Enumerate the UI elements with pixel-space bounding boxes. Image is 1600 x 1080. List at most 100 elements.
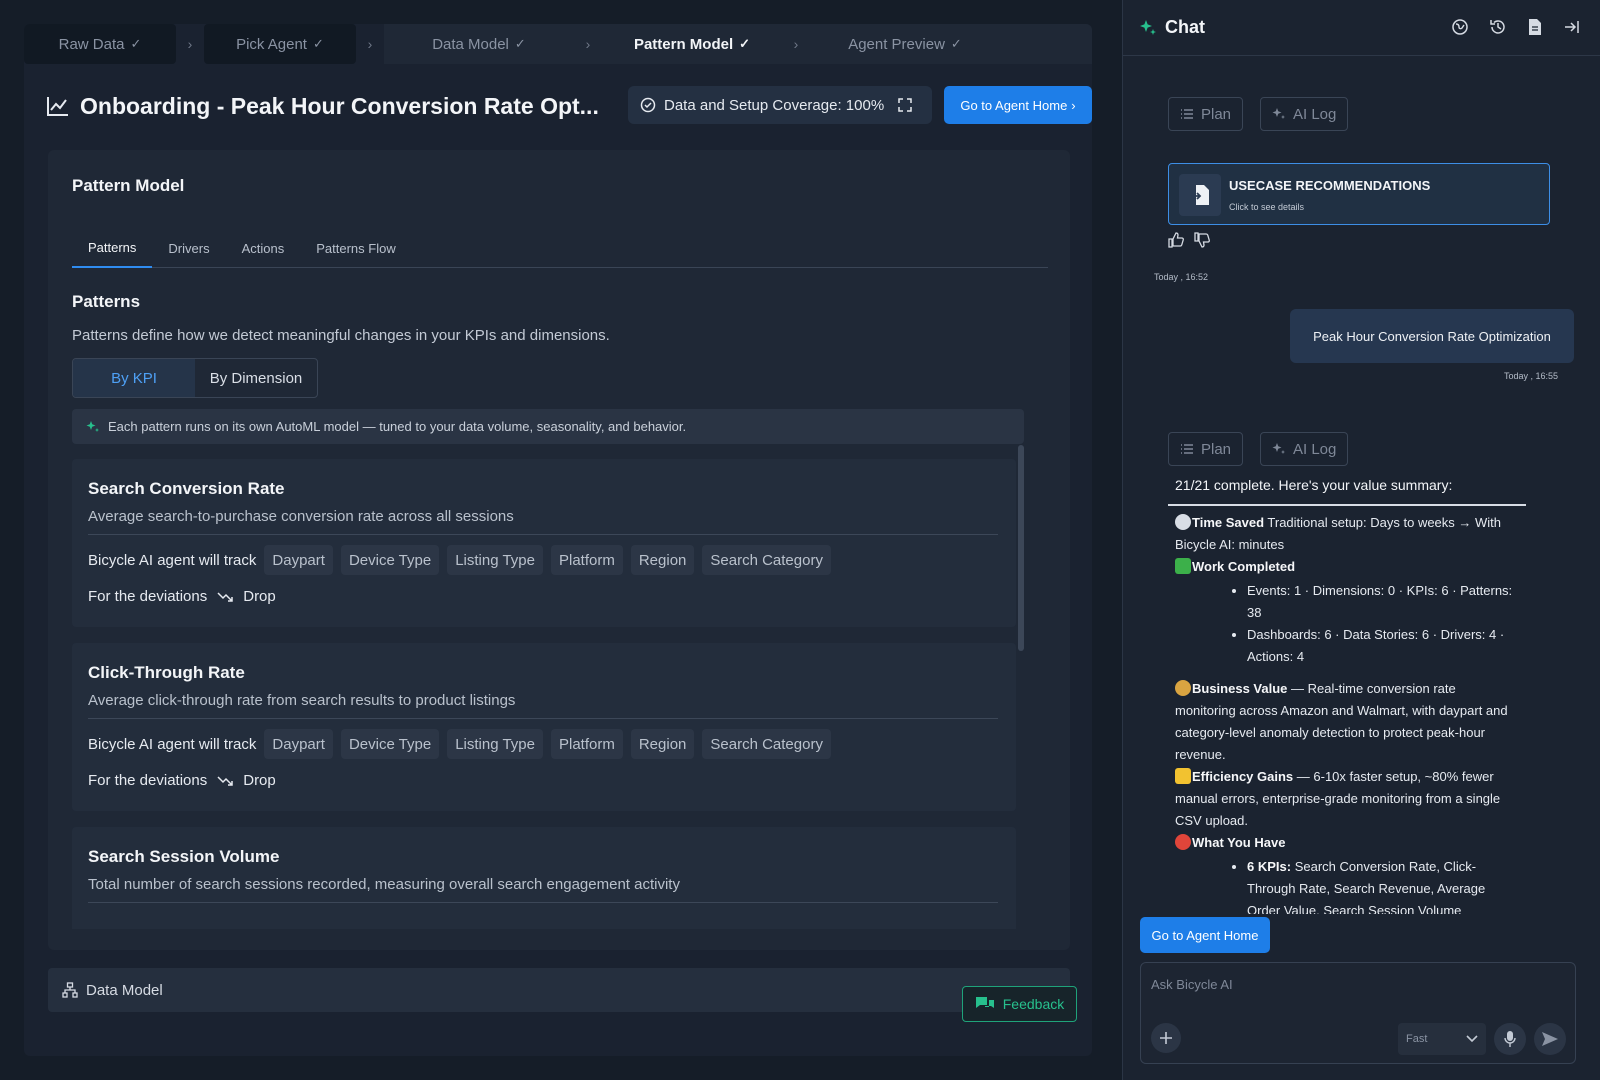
chevron-down-icon xyxy=(1466,1035,1478,1043)
go-to-agent-home-button[interactable]: Go to Agent Home › xyxy=(944,86,1092,124)
go-to-agent-home-button[interactable]: Go to Agent Home xyxy=(1140,917,1270,953)
view-toggle: By KPI By Dimension xyxy=(72,358,318,398)
card-title: Pattern Model xyxy=(72,176,185,195)
usecase-recommendations-card[interactable]: USECASE RECOMMENDATIONS Click to see det… xyxy=(1168,163,1550,225)
timestamp: Today , 16:55 xyxy=(1504,371,1559,381)
tab-actions[interactable]: Actions xyxy=(226,228,301,268)
dimension-chip[interactable]: Daypart xyxy=(264,545,333,575)
usecase-subtitle: Click to see details xyxy=(1229,202,1305,212)
dimension-chip[interactable]: Region xyxy=(630,729,695,759)
plan-button[interactable]: Plan xyxy=(1168,97,1244,131)
chat-panel: Chat Plan AI Log USECASE RECOMMENDATIONS… xyxy=(1122,0,1600,1080)
line-chart-icon xyxy=(47,97,68,116)
kpi-description: Average click-through rate from search r… xyxy=(88,692,516,709)
tracked-dimensions: Bicycle AI agent will track Daypart Devi… xyxy=(88,729,831,759)
dimension-chip[interactable]: Listing Type xyxy=(447,729,543,759)
kpi-title: Search Session Volume xyxy=(88,847,280,866)
document-icon[interactable] xyxy=(1527,18,1543,36)
ai-log-button[interactable]: AI Log xyxy=(1260,97,1349,131)
data-model-section[interactable]: Data Model xyxy=(48,968,1070,1012)
page-title: Onboarding - Peak Hour Conversion Rate O… xyxy=(46,93,599,120)
dimension-chip[interactable]: Search Category xyxy=(702,729,831,759)
kpi-description: Total number of search sessions recorded… xyxy=(88,876,680,893)
history-icon[interactable] xyxy=(1489,18,1507,36)
coverage-badge: Data and Setup Coverage: 100% xyxy=(628,86,932,124)
tracked-dimensions: Bicycle AI agent will track Daypart Devi… xyxy=(88,545,831,575)
chevron-right-icon: › xyxy=(793,36,799,52)
assets-list: 6 KPIs: Search Conversion Rate, Click-Th… xyxy=(1175,856,1520,914)
send-button[interactable] xyxy=(1534,1023,1566,1055)
deviation-row: For the deviations Drop xyxy=(88,588,276,605)
plan-button[interactable]: Plan xyxy=(1168,432,1244,466)
microphone-icon xyxy=(1504,1031,1516,1047)
expand-icon[interactable] xyxy=(898,98,912,112)
toggle-by-kpi[interactable]: By KPI xyxy=(73,359,195,397)
section-description: Patterns define how we detect meaningful… xyxy=(72,327,610,344)
tab-drivers[interactable]: Drivers xyxy=(152,228,225,268)
check-icon: ✓ xyxy=(514,36,526,51)
kpi-description: Average search-to-purchase conversion ra… xyxy=(88,508,514,525)
stepper-upcoming: Data Model ✓ › Pattern Model ✓ › Agent Pre… xyxy=(384,24,1092,64)
send-icon xyxy=(1542,1032,1558,1046)
thumbs-down-icon[interactable] xyxy=(1194,232,1210,248)
step-raw-data[interactable]: Raw Data ✓ xyxy=(24,24,176,64)
chat-toolbar xyxy=(1451,18,1581,36)
dimension-chip[interactable]: Daypart xyxy=(264,729,333,759)
dimension-chip[interactable]: Platform xyxy=(550,545,623,575)
stopwatch-icon xyxy=(1175,514,1191,530)
sparkle-icon xyxy=(86,420,99,432)
sparkle-icon xyxy=(1272,108,1285,119)
collapse-panel-icon[interactable] xyxy=(1563,18,1581,36)
file-import-icon xyxy=(1179,174,1221,216)
microphone-button[interactable] xyxy=(1494,1023,1526,1055)
main-panel: Raw Data ✓ › Pick Agent ✓ › Data Model ✓ › … xyxy=(0,0,1122,1080)
dimension-chip[interactable]: Device Type xyxy=(340,545,440,575)
scrollbar[interactable] xyxy=(1018,445,1024,651)
money-bag-icon xyxy=(1175,680,1191,696)
onboarding-app: Raw Data ✓ › Pick Agent ✓ › Data Model ✓ › … xyxy=(24,24,1092,1056)
step-agent-preview[interactable]: Agent Preview ✓ xyxy=(810,24,1000,64)
divider xyxy=(88,534,998,535)
chat-input[interactable]: Ask Bicycle AI xyxy=(1151,977,1233,992)
speed-select[interactable]: Fast xyxy=(1398,1023,1486,1055)
lightning-icon xyxy=(1175,768,1191,784)
chat-title: Chat xyxy=(1165,17,1205,37)
step-data-model[interactable]: Data Model ✓ xyxy=(384,24,574,64)
tab-patterns[interactable]: Patterns xyxy=(72,228,153,268)
globe-chat-icon[interactable] xyxy=(1451,18,1469,36)
tab-patterns-flow[interactable]: Patterns Flow xyxy=(300,228,411,268)
dimension-chip[interactable]: Listing Type xyxy=(447,545,543,575)
check-icon: ✓ xyxy=(312,36,324,51)
sparkle-icon xyxy=(1140,19,1156,35)
deviation-row: For the deviations Drop xyxy=(88,772,276,789)
list-icon xyxy=(1181,444,1193,454)
ai-log-button[interactable]: AI Log xyxy=(1260,432,1349,466)
kpi-card: Search Conversion Rate Average search-to… xyxy=(72,459,1016,627)
toggle-by-dimension[interactable]: By Dimension xyxy=(195,359,317,397)
pattern-model-card: Pattern Model Patterns Drivers Actions P… xyxy=(48,150,1070,950)
usecase-title: USECASE RECOMMENDATIONS xyxy=(1229,178,1431,193)
chevron-right-icon: › xyxy=(367,36,373,52)
ai-summary-message[interactable]: Time Saved Traditional setup: Days to we… xyxy=(1175,512,1520,914)
trend-down-icon xyxy=(217,591,233,602)
add-attachment-button[interactable] xyxy=(1151,1023,1181,1053)
dimension-chip[interactable]: Search Category xyxy=(702,545,831,575)
page-header: Onboarding - Peak Hour Conversion Rate O… xyxy=(46,86,1092,126)
check-icon: ✓ xyxy=(950,36,962,51)
thumbs-up-icon[interactable] xyxy=(1168,232,1184,248)
pattern-tabs: Patterns Drivers Actions Patterns Flow xyxy=(72,228,1048,268)
feedback-button[interactable]: Feedback xyxy=(962,986,1077,1022)
dimension-chip[interactable]: Device Type xyxy=(340,729,440,759)
kpi-list[interactable]: Search Conversion Rate Average search-to… xyxy=(72,459,1016,929)
work-list: Events: 1 · Dimensions: 0 · KPIs: 6 · Pa… xyxy=(1175,580,1520,668)
list-icon xyxy=(1181,109,1193,119)
divider xyxy=(1168,504,1526,506)
dimension-chip[interactable]: Region xyxy=(630,545,695,575)
check-box-icon xyxy=(1175,558,1191,574)
kpi-title: Search Conversion Rate xyxy=(88,479,285,498)
dimension-chip[interactable]: Platform xyxy=(550,729,623,759)
step-pick-agent[interactable]: Pick Agent ✓ xyxy=(204,24,356,64)
automl-note: Each pattern runs on its own AutoML mode… xyxy=(72,409,1024,444)
step-pattern-model[interactable]: Pattern Model ✓ xyxy=(602,24,782,64)
list-item: Events: 1 · Dimensions: 0 · KPIs: 6 · Pa… xyxy=(1247,580,1520,624)
